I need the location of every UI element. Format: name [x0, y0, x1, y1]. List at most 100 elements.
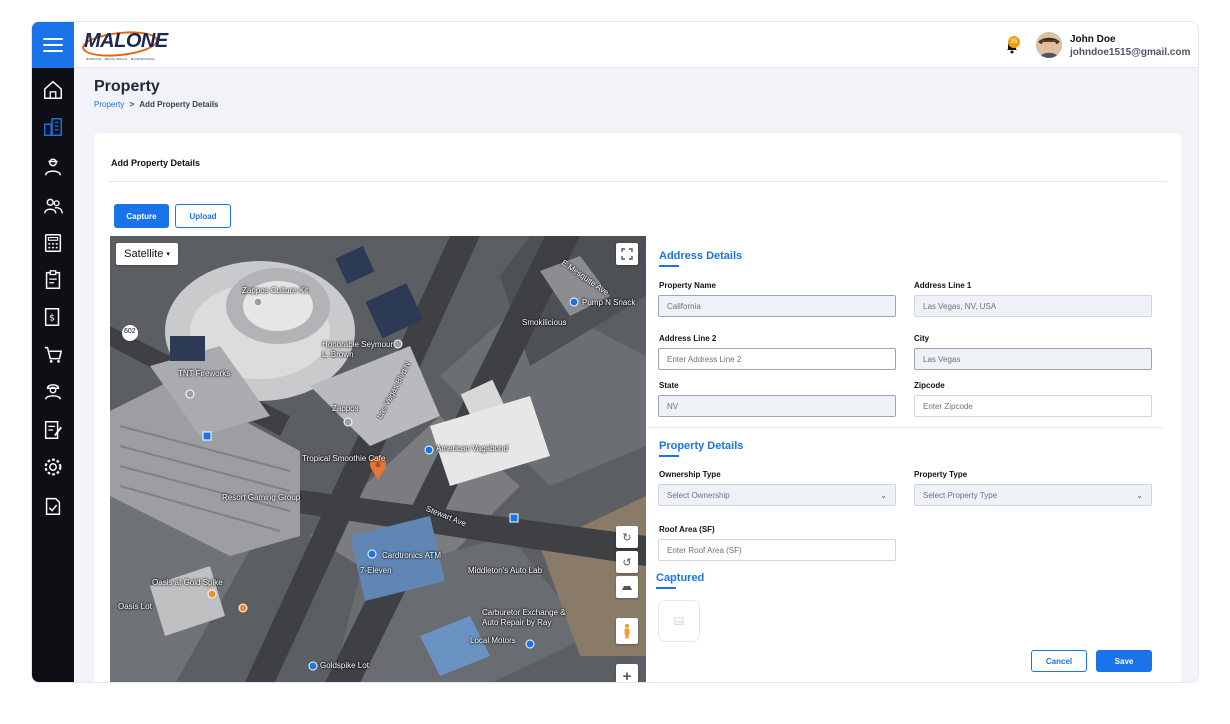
breadcrumb-current: Add Property Details	[139, 100, 219, 109]
home-icon	[44, 80, 62, 99]
address-line-1-label: Address Line 1	[914, 281, 972, 290]
sidebar-item-users[interactable]	[41, 194, 65, 218]
capture-button[interactable]: Capture	[114, 204, 169, 228]
rotate-counterclockwise-button[interactable]: ↺	[616, 551, 638, 573]
map-label: Zappos	[332, 404, 359, 413]
section-underline	[656, 587, 676, 589]
captured-image-placeholder[interactable]	[658, 600, 700, 642]
add-property-card: Add Property Details Capture Upload Sate…	[94, 133, 1181, 683]
sidebar-item-materials[interactable]	[41, 342, 65, 366]
map-label: Smokilicious	[522, 318, 567, 327]
city-label: City	[914, 334, 930, 343]
clipboard-icon	[45, 270, 61, 289]
document-check-icon	[45, 497, 61, 515]
property-type-select[interactable]: Select Property Type ⌄	[914, 484, 1152, 506]
user-name: John Doe	[1070, 34, 1116, 45]
hamburger-icon	[43, 38, 63, 52]
roof-area-input[interactable]: Enter Roof Area (SF)	[658, 539, 896, 561]
page-title: Property	[94, 78, 160, 95]
property-name-input[interactable]: California	[658, 295, 896, 317]
address-line-2-label: Address Line 2	[659, 334, 717, 343]
address-line-2-input[interactable]: Enter Address Line 2	[658, 348, 896, 370]
card-divider	[108, 181, 1166, 182]
map-label: Carburetor Exchange & Auto Repair by Ray	[482, 608, 566, 627]
sidebar-item-settings[interactable]	[41, 455, 65, 479]
chevron-down-icon: ▾	[166, 251, 170, 258]
map-label: Oasis Lot	[118, 602, 152, 611]
sidebar-item-estimates[interactable]	[41, 231, 65, 255]
chevron-down-icon: ⌄	[880, 490, 887, 500]
address-line-1-input[interactable]: Las Vegas, NV, USA	[914, 295, 1152, 317]
state-label: State	[659, 381, 679, 390]
map-label: Goldspike Lot	[320, 661, 369, 670]
fullscreen-button[interactable]	[616, 243, 638, 265]
upload-button[interactable]: Upload	[175, 204, 231, 228]
map-label: Pump N Snack	[582, 298, 636, 307]
card-title: Add Property Details	[111, 158, 201, 168]
sidebar-item-contractors[interactable]	[41, 379, 65, 403]
save-button[interactable]: Save	[1096, 650, 1152, 672]
cart-icon	[44, 346, 63, 363]
sidebar-item-properties[interactable]	[41, 115, 65, 139]
map-label: Middleton's Auto Lab	[468, 566, 543, 575]
rotate-ccw-icon: ↺	[622, 556, 632, 569]
map-label: TNT Fireworks	[178, 369, 231, 378]
top-bar: MALONE ROOFING · METAL WALLS · MAINTENAN…	[74, 22, 1198, 68]
property-details-title: Property Details	[659, 440, 744, 452]
street-view-button[interactable]	[616, 618, 638, 644]
roof-area-label: Roof Area (SF)	[659, 525, 715, 534]
map-label: American Vagabond	[436, 444, 508, 453]
fullscreen-icon	[621, 248, 633, 260]
cancel-button[interactable]: Cancel	[1031, 650, 1087, 672]
image-icon	[674, 617, 684, 625]
zoom-in-button[interactable]: +	[616, 664, 638, 683]
notification-badge: 35	[1008, 36, 1020, 48]
ownership-type-label: Ownership Type	[659, 470, 721, 479]
plus-icon: +	[622, 667, 632, 683]
captured-title: Captured	[656, 572, 705, 584]
pegman-icon	[624, 623, 630, 639]
tilt-button[interactable]	[616, 576, 638, 598]
property-type-label: Property Type	[914, 470, 968, 479]
sidebar-item-inspections[interactable]	[41, 268, 65, 292]
map-label: Zappos Culture Kit	[242, 286, 309, 295]
map-type-button[interactable]: Satellite ▾	[116, 243, 178, 265]
edit-document-icon	[44, 421, 62, 439]
avatar[interactable]	[1036, 32, 1062, 58]
sidebar-item-documents[interactable]	[41, 494, 65, 518]
map-label: Honorable Seymour L. Brown	[322, 340, 394, 359]
sidebar: $	[32, 22, 74, 682]
app-window: $ MALONE ROOFING · METAL WALLS · MAINTEN…	[31, 21, 1199, 683]
map-label: Tropical Smoothie Cafe	[302, 454, 386, 463]
calculator-icon	[44, 234, 62, 252]
map-label: Oasis at Gold Spike	[152, 578, 223, 587]
state-input[interactable]: NV	[658, 395, 896, 417]
ownership-type-select[interactable]: Select Ownership ⌄	[658, 484, 896, 506]
rotate-clockwise-button[interactable]: ↻	[616, 526, 638, 548]
breadcrumb-property-link[interactable]: Property	[94, 100, 124, 109]
property-name-label: Property Name	[659, 281, 716, 290]
engineer-icon	[44, 384, 62, 400]
buildings-icon	[44, 118, 62, 136]
malone-logo[interactable]: MALONE ROOFING · METAL WALLS · MAINTENAN…	[80, 28, 168, 64]
tilt-icon	[622, 586, 632, 590]
sidebar-item-home[interactable]	[41, 78, 65, 102]
zipcode-label: Zipcode	[914, 381, 945, 390]
breadcrumb-separator: >	[129, 100, 135, 109]
sidebar-item-reports[interactable]	[41, 418, 65, 442]
city-input[interactable]: Las Vegas	[914, 348, 1152, 370]
sidebar-item-invoices[interactable]: $	[41, 305, 65, 329]
map-label: Local Motors	[470, 636, 516, 645]
address-details-title: Address Details	[659, 250, 743, 262]
zipcode-input[interactable]: Enter Zipcode	[914, 395, 1152, 417]
sidebar-item-workers[interactable]	[41, 155, 65, 179]
section-divider	[649, 427, 1163, 428]
satellite-map[interactable]: Satellite ▾ Zappos Culture Kit Honorable…	[110, 236, 646, 683]
map-label: 7-Eleven	[360, 566, 392, 575]
invoice-icon: $	[44, 308, 60, 326]
chevron-down-icon: ⌄	[1136, 490, 1143, 500]
menu-toggle-button[interactable]	[32, 22, 74, 68]
worker-icon	[44, 158, 62, 176]
svg-text:$: $	[49, 313, 55, 324]
gear-icon	[44, 458, 62, 476]
